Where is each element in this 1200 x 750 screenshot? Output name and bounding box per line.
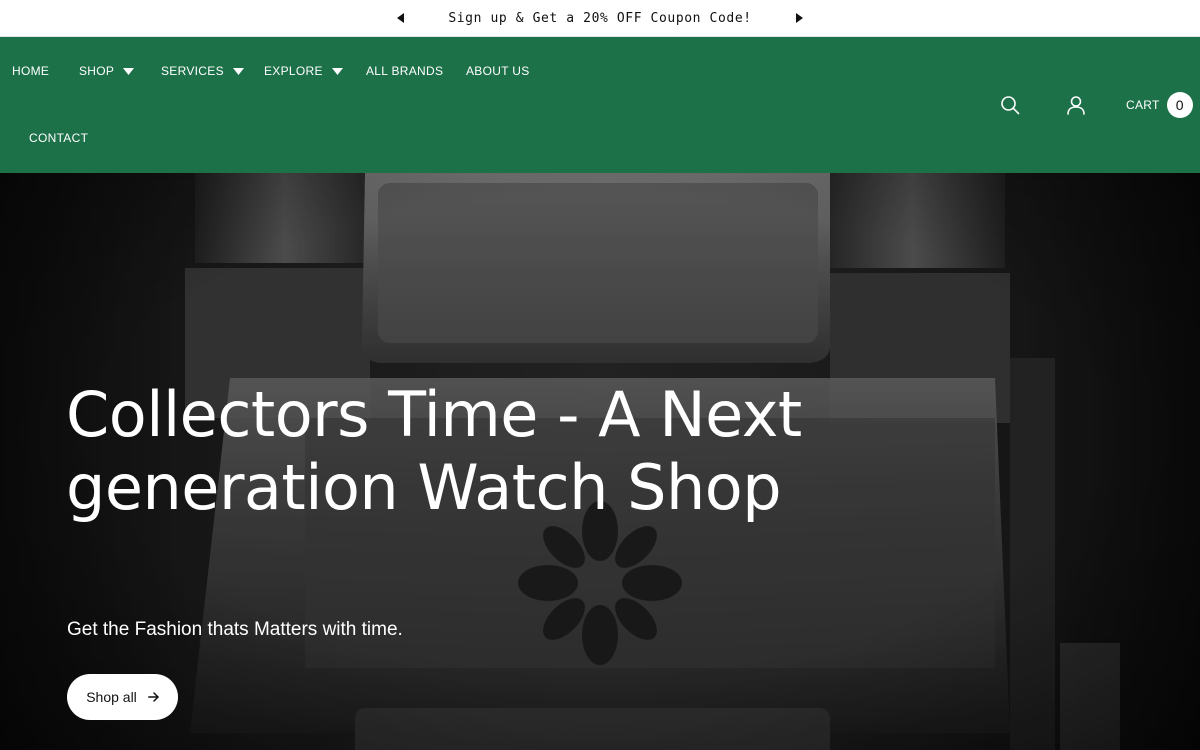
site-header: HOME SHOP SERVICES EXPLORE ALL BRANDS AB…: [0, 37, 1200, 173]
nav-about-us[interactable]: ABOUT US: [466, 61, 530, 81]
nav-home-label: HOME: [12, 64, 50, 78]
caret-right-icon[interactable]: [791, 10, 807, 26]
chevron-down-icon: [232, 67, 244, 75]
nav-shop-label: SHOP: [79, 64, 115, 78]
user-icon[interactable]: [1065, 94, 1087, 116]
nav-explore[interactable]: EXPLORE: [264, 61, 343, 81]
hero-banner: Collectors Time - A Next generation Watc…: [0, 173, 1200, 750]
hero-subtitle: Get the Fashion thats Matters with time.: [67, 619, 403, 640]
hero-title: Collectors Time - A Next generation Watc…: [66, 378, 802, 524]
nav-services-label: SERVICES: [161, 64, 224, 78]
nav-shop[interactable]: SHOP: [79, 61, 135, 81]
shop-all-button[interactable]: Shop all: [67, 674, 178, 720]
cart-count-badge: 0: [1166, 92, 1193, 118]
nav-home[interactable]: HOME: [12, 61, 49, 81]
nav-contact[interactable]: CONTACT: [29, 128, 88, 148]
arrow-right-icon: [147, 692, 159, 702]
cart-label: CART: [1126, 98, 1160, 112]
nav-about-us-label: ABOUT US: [466, 64, 530, 78]
chevron-down-icon: [331, 67, 343, 75]
nav-services[interactable]: SERVICES: [161, 61, 244, 81]
nav-all-brands-label: ALL BRANDS: [366, 64, 444, 78]
search-icon[interactable]: [999, 94, 1021, 116]
cart-button[interactable]: CART 0: [1126, 92, 1193, 118]
announcement-bar: Sign up & Get a 20% OFF Coupon Code!: [0, 0, 1200, 37]
nav-all-brands[interactable]: ALL BRANDS: [366, 61, 443, 81]
chevron-down-icon: [123, 67, 135, 75]
nav-explore-label: EXPLORE: [264, 64, 323, 78]
nav-contact-label: CONTACT: [29, 131, 89, 145]
announcement-message[interactable]: Sign up & Get a 20% OFF Coupon Code!: [0, 0, 1200, 37]
shop-all-label: Shop all: [86, 689, 137, 705]
